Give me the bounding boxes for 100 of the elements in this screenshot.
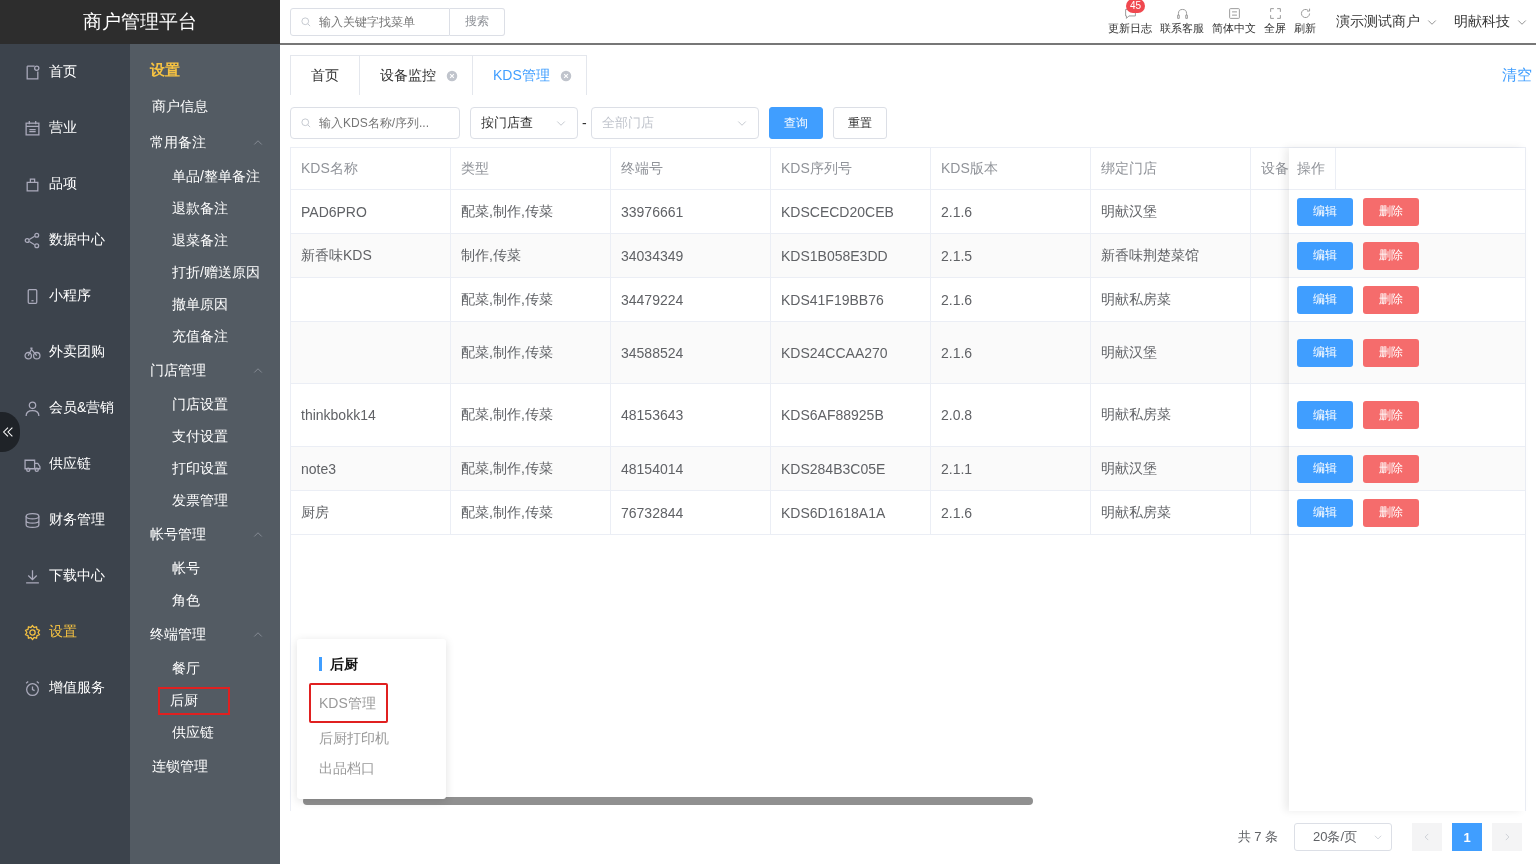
submenu-group[interactable]: 帐号管理 [130,517,280,553]
submenu-item[interactable]: 后厨 [158,687,230,715]
reset-button[interactable]: 重置 [832,107,887,139]
search-icon [300,117,312,129]
sidebar-item[interactable]: 供应链 [0,436,130,492]
tab[interactable]: 首页 [291,56,359,95]
table-cell: 制作,传菜 [451,234,611,277]
calendar-icon [24,119,41,137]
table-cell: KDS6AF88925B [771,384,931,446]
submenu-item[interactable]: 门店设置 [170,391,230,419]
submenu-item[interactable]: 单品/整单备注 [170,163,262,191]
message-icon [1123,7,1137,20]
sidebar-item[interactable]: 首页 [0,44,130,100]
mode-select[interactable]: 按门店查 [470,107,578,139]
translate-icon [1227,7,1241,20]
table-cell: 2.0.8 [931,384,1091,446]
table-cell: 新香味荆楚菜馆 [1091,234,1251,277]
submenu-item[interactable]: 发票管理 [170,487,230,515]
table-cell: KDS6D1618A1A [771,491,931,534]
submenu-group[interactable]: 门店管理 [130,353,280,389]
refresh-icon [1298,7,1312,20]
table-cell: note3 [291,447,451,490]
submenu-item[interactable]: 充值备注 [170,323,230,351]
table-cell: 48153643 [611,384,771,446]
submenu-item[interactable]: 撤单原因 [170,291,230,319]
sidebar-item[interactable]: 外卖团购 [0,324,130,380]
sidebar-item[interactable]: 下载中心 [0,548,130,604]
table-cell: 76732844 [611,491,771,534]
alarm-clock-icon [24,679,41,697]
double-chevron-icon [1,425,15,439]
sidebar-item[interactable]: 数据中心 [0,212,130,268]
submenu-item[interactable]: 商户信息 [150,93,210,121]
submenu-item[interactable]: 打折/赠送原因 [170,259,262,287]
submenu-group[interactable]: 终端管理 [130,617,280,653]
table-cell: 2.1.6 [931,322,1091,383]
submenu-item[interactable]: 餐厅 [170,655,202,683]
submenu-item[interactable]: 打印设置 [170,455,230,483]
separator-text: - [582,115,587,131]
account-dropdown[interactable]: 演示测试商户 [1336,12,1438,31]
sidebar-item[interactable]: 小程序 [0,268,130,324]
table-cell: KDSCECD20CEB [771,190,931,233]
submenu-group[interactable]: 常用备注 [130,125,280,161]
submenu-item[interactable]: 供应链 [170,719,216,747]
column-header: KDS序列号 [771,148,931,189]
table-cell: 48154014 [611,447,771,490]
sidebar-item[interactable]: 增值服务 [0,660,130,716]
fullscreen-icon [1268,7,1282,20]
table-cell: 2.1.6 [931,278,1091,321]
total-count: 共 7 条 [1237,828,1278,846]
close-icon [559,69,572,82]
table-cell: 明献私房菜 [1091,491,1251,534]
table-cell: 配菜,制作,传菜 [451,384,611,446]
submenu-item[interactable]: 退款备注 [170,195,230,223]
table-cell: 34479224 [611,278,771,321]
table-cell: 2.1.6 [931,491,1091,534]
account-dropdown[interactable]: 明献科技 [1454,12,1528,31]
table-cell: 厨房 [291,491,451,534]
submenu-item[interactable]: 帐号 [170,555,202,583]
search-icon [300,15,312,28]
table-cell: 明献汉堡 [1091,322,1251,383]
column-header: KDS名称 [291,148,451,189]
document-icon [24,63,41,81]
chevron-down-icon [1373,832,1383,842]
table-cell: 配菜,制作,传菜 [451,322,611,383]
close-icon [446,69,458,82]
user-icon [24,399,41,417]
popover-title: 后厨 [319,657,446,671]
sidebar-item[interactable]: 会员&营销 [0,380,130,436]
page-size-select[interactable]: 20条/页 [1294,823,1392,851]
table-cell: 34034349 [611,234,771,277]
table-cell: 2.1.5 [931,234,1091,277]
submenu-item[interactable]: 连锁管理 [150,753,210,781]
table-cell: 配菜,制作,传菜 [451,190,611,233]
toolbar-button[interactable]: 简体中文 [1212,7,1256,36]
sidebar-item[interactable]: 财务管理 [0,492,130,548]
tab[interactable]: 设备监控 [359,56,472,95]
submenu-item[interactable]: 角色 [170,587,202,615]
table-cell: 2.1.6 [931,190,1091,233]
share-icon [24,231,41,249]
submenu-item[interactable]: 退菜备注 [170,227,230,255]
table-cell: 33976661 [611,190,771,233]
column-header: 绑定门店 [1091,148,1251,189]
count-badge: 45 [1126,0,1146,13]
submenu-item[interactable]: 支付设置 [170,423,230,451]
table-cell: KDS41F19BB76 [771,278,931,321]
app-title: 商户管理平台 [0,0,280,44]
toolbar-button[interactable]: 联系客服 [1160,7,1204,36]
column-header: KDS版本 [931,148,1091,189]
menu-search-field[interactable]: 输入关键字找菜单 [290,7,450,36]
sidebar-item[interactable]: 设置 [0,604,130,660]
sidebar-item[interactable]: 品项 [0,156,130,212]
download-icon [24,567,41,585]
settings-icon [24,623,41,641]
search-field[interactable]: 输入KDS名称/序列... [290,107,460,139]
table-cell: KDS1B058E3DD [771,234,931,277]
sidebar-item[interactable]: 营业 [0,100,130,156]
table-cell: 新香味KDS [291,234,451,277]
toolbar-button[interactable]: 全屏 [1264,7,1286,36]
table-cell: 配菜,制作,传菜 [451,491,611,534]
toolbar-button[interactable]: 刷新 [1294,7,1316,36]
